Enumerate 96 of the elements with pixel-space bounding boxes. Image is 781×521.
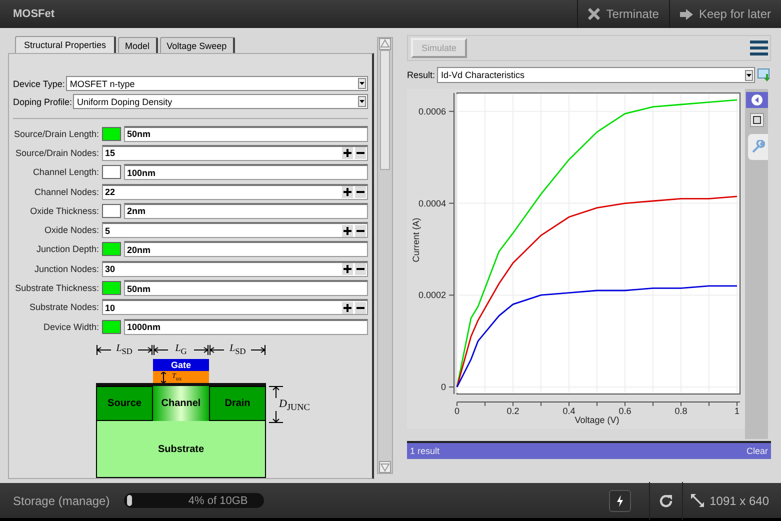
keep-for-later-button[interactable]: Keep for later	[668, 0, 781, 28]
refresh-icon[interactable]	[658, 492, 674, 508]
axis-tick-label: 0.0004	[418, 198, 446, 208]
field-label: Substrate Nodes:	[28, 302, 99, 312]
field-label: Source/Drain Length:	[13, 128, 99, 139]
plus-icon[interactable]	[342, 263, 353, 276]
axis-tick-label: 0	[440, 382, 446, 392]
color-swatch[interactable]	[102, 242, 121, 256]
axis-tick-label: 0.8	[674, 406, 688, 416]
arrow-icon	[250, 344, 266, 355]
axis-tick-label: 0.4	[562, 406, 576, 416]
field-label: Oxide Thickness:	[29, 206, 99, 216]
axis-tick-label: 1	[734, 406, 740, 416]
plus-icon[interactable]	[342, 224, 353, 237]
field-label: Channel Nodes:	[33, 186, 99, 197]
storage-usage: 4% of 10GB	[188, 494, 249, 506]
field-label: Oxide Nodes:	[43, 225, 99, 236]
dimension-label: L$_{G}$	[175, 343, 187, 356]
input-field[interactable]: 5	[102, 222, 368, 238]
channel-region: Channel	[153, 386, 209, 422]
substrate-region: Substrate	[96, 421, 266, 478]
lightning-button[interactable]	[608, 490, 631, 512]
color-swatch[interactable]	[102, 281, 121, 296]
field-label: Doping Profile:	[13, 96, 72, 106]
scroll-thumb[interactable]	[380, 50, 390, 170]
field-label: Device Width:	[42, 322, 99, 332]
minus-icon[interactable]	[355, 302, 366, 314]
input-field[interactable]: 22	[102, 184, 368, 200]
drain-region: Drain	[209, 386, 266, 422]
arrow-icon	[152, 344, 169, 355]
dimension-label: L$_{SD}$	[116, 343, 132, 356]
resize-icon[interactable]	[690, 494, 704, 507]
color-swatch[interactable]	[102, 320, 121, 334]
arrow-icon	[209, 344, 226, 355]
arrow-icon	[161, 372, 166, 383]
axis-title: Current (A)	[411, 218, 421, 262]
dimension-label: D$_{JUNC}$	[279, 398, 310, 412]
input-field[interactable]: 1000nm	[124, 318, 368, 335]
field-label: Channel Length:	[32, 167, 99, 178]
wrench-icon	[751, 140, 765, 154]
result-count: 1 result	[410, 446, 440, 456]
close-icon	[588, 8, 600, 20]
axis-tick-label: 0	[454, 406, 460, 416]
field-label: Source/Drain Nodes:	[14, 148, 99, 158]
minus-icon[interactable]	[355, 147, 366, 160]
input-field[interactable]: 2nm	[124, 202, 368, 219]
scrollbar[interactable]	[377, 37, 393, 474]
minus-icon[interactable]	[355, 186, 366, 198]
color-swatch[interactable]	[102, 126, 121, 141]
plus-icon[interactable]	[342, 186, 353, 198]
axis-tick-label: 0.0006	[418, 106, 446, 116]
terminate-button[interactable]: Terminate	[577, 0, 669, 28]
result-label: Result:	[407, 70, 436, 80]
field-label: Device Type:	[13, 78, 65, 88]
input-field[interactable]: 100nm	[124, 164, 368, 180]
gate-region: Gate	[153, 359, 209, 372]
minus-icon[interactable]	[355, 263, 366, 276]
result-dropdown[interactable]: Id-Vd Characteristics	[437, 67, 755, 83]
source-region: Source	[96, 386, 153, 422]
color-swatch[interactable]	[102, 165, 121, 180]
input-field[interactable]: 20nm	[124, 241, 368, 258]
input-field[interactable]: 10	[102, 299, 368, 316]
stop-icon[interactable]	[750, 113, 764, 127]
plus-icon[interactable]	[342, 147, 353, 160]
menu-icon[interactable]	[750, 40, 768, 56]
window-size: 1091 x 640	[710, 494, 769, 508]
dropdown[interactable]: Uniform Doping Density	[73, 94, 368, 109]
input-field[interactable]: 50nm	[124, 126, 368, 142]
input-field[interactable]: 15	[102, 144, 368, 161]
axis-title: Voltage (V)	[574, 415, 620, 425]
window-title: MOSFet	[12, 8, 56, 20]
dimension-label: L$_{SD}$	[230, 343, 246, 356]
axis-tick-label: 0.0002	[418, 290, 446, 300]
lightning-icon	[616, 494, 624, 506]
arrow-icon	[680, 8, 693, 20]
tab[interactable]: Voltage Sweep	[160, 37, 235, 53]
plus-icon[interactable]	[342, 302, 353, 314]
dropdown[interactable]: MOSFET n-type	[66, 76, 368, 91]
input-field[interactable]: 50nm	[124, 280, 368, 296]
storage-link[interactable]: Storage (manage)	[13, 494, 110, 508]
arrow-icon	[96, 344, 112, 355]
arrow-icon	[193, 344, 210, 355]
field-label: Junction Depth:	[35, 244, 99, 254]
axis-tick-label: 0.6	[618, 406, 632, 416]
input-field[interactable]: 30	[102, 260, 368, 277]
tab[interactable]: Model	[118, 37, 158, 53]
field-label: Junction Nodes:	[33, 264, 99, 274]
minus-icon[interactable]	[355, 224, 366, 237]
arrow-icon	[136, 344, 153, 355]
field-label: Substrate Thickness:	[14, 283, 99, 294]
download-icon[interactable]	[757, 68, 771, 82]
tab[interactable]: Structural Properties	[15, 36, 116, 53]
axis-tick-label: 0.2	[506, 406, 520, 416]
color-swatch[interactable]	[102, 204, 121, 218]
back-button[interactable]	[746, 92, 768, 108]
clear-button[interactable]: Clear	[746, 446, 768, 456]
